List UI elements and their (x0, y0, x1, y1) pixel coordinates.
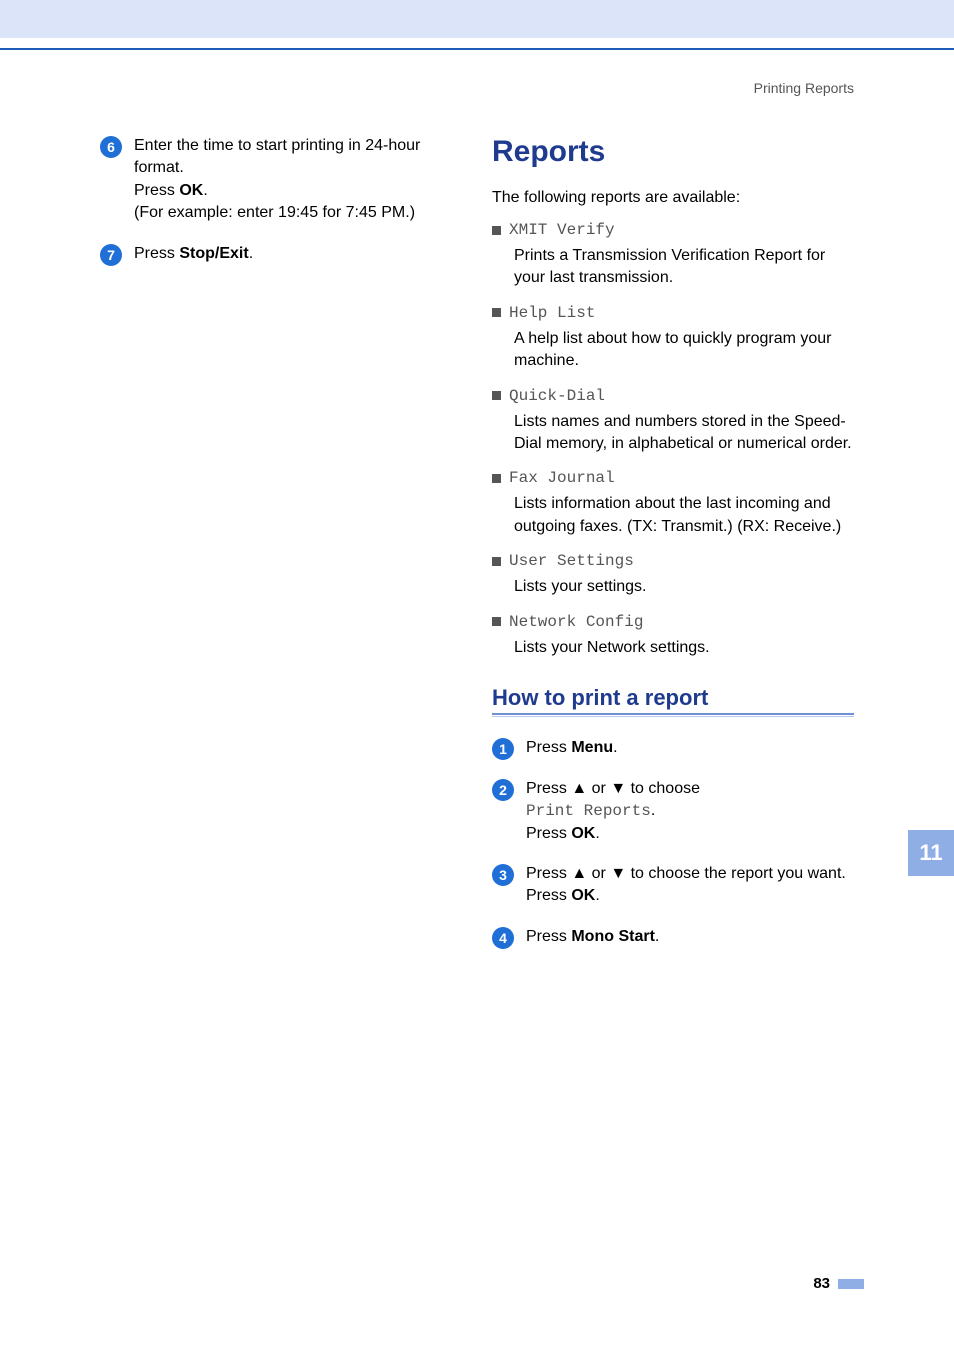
s3-l3-post: . (595, 887, 599, 904)
howto-step-2: 2 Press ▲ or ▼ to choose Print Reports. … (492, 778, 854, 845)
s3-l3-pre: Press (526, 887, 571, 904)
howto-step-3: 3 Press ▲ or ▼ to choose the report you … (492, 863, 854, 908)
s3-between: or (587, 865, 610, 882)
step-7-post: . (249, 245, 253, 262)
s3-l3-bold: OK (571, 887, 595, 904)
step-6-line2-bold: OK (179, 182, 203, 199)
s4-pre: Press (526, 928, 571, 945)
step-6-line3: (For example: enter 19:45 for 7:45 PM.) (134, 202, 462, 224)
bullet-icon (492, 474, 501, 483)
right-column: Reports The following reports are availa… (492, 135, 854, 967)
howto-heading: How to print a report (492, 685, 854, 711)
page-number: 83 (813, 1275, 830, 1292)
bullet-icon (492, 617, 501, 626)
s1-bold: Menu (571, 739, 613, 756)
report-label-0: XMIT Verify (509, 221, 615, 239)
top-band (0, 0, 954, 38)
howto-step-1-text: Press Menu. (526, 737, 618, 759)
footer: 83 (813, 1275, 864, 1292)
up-arrow-icon: ▲ (571, 865, 587, 882)
s2-mono-post: . (651, 802, 655, 819)
down-arrow-icon: ▼ (610, 780, 626, 797)
s2-l3-post: . (595, 825, 599, 842)
s1-pre: Press (526, 739, 571, 756)
report-desc-0: Prints a Transmission Verification Repor… (492, 245, 854, 290)
report-item: XMIT Verify Prints a Transmission Verifi… (492, 221, 854, 290)
report-item: Network Config Lists your Network settin… (492, 613, 854, 659)
s2-l3-pre: Press (526, 825, 571, 842)
howto-step-2-text: Press ▲ or ▼ to choose Print Reports. Pr… (526, 778, 700, 845)
top-rule (0, 48, 954, 50)
report-desc-5: Lists your Network settings. (492, 637, 854, 659)
report-desc-3: Lists information about the last incomin… (492, 493, 854, 538)
report-label-4: User Settings (509, 552, 634, 570)
page-accent (838, 1279, 864, 1289)
up-arrow-icon: ▲ (571, 780, 587, 797)
step-badge-7: 7 (100, 244, 122, 266)
report-item: Quick-Dial Lists names and numbers store… (492, 387, 854, 456)
report-label-5: Network Config (509, 613, 643, 631)
report-desc-1: A help list about how to quickly program… (492, 328, 854, 373)
step-6-line2-pre: Press (134, 182, 179, 199)
step-badge-3: 3 (492, 864, 514, 886)
header-topic: Printing Reports (754, 80, 854, 96)
s3-pre: Press (526, 865, 571, 882)
report-desc-2: Lists names and numbers stored in the Sp… (492, 411, 854, 456)
howto-step-4-text: Press Mono Start. (526, 926, 659, 948)
step-7-pre: Press (134, 245, 179, 262)
step-6-text: Enter the time to start printing in 24-h… (134, 135, 462, 225)
report-label-3: Fax Journal (509, 469, 615, 487)
report-label-1: Help List (509, 304, 595, 322)
s4-bold: Mono Start (571, 928, 655, 945)
bullet-icon (492, 226, 501, 235)
s2-post: to choose (626, 780, 700, 797)
bullet-icon (492, 391, 501, 400)
s2-pre: Press (526, 780, 571, 797)
report-item: User Settings Lists your settings. (492, 552, 854, 598)
step-badge-6: 6 (100, 136, 122, 158)
step-7-bold: Stop/Exit (179, 245, 248, 262)
down-arrow-icon: ▼ (610, 865, 626, 882)
step-badge-4: 4 (492, 927, 514, 949)
step-6-line1: Enter the time to start printing in 24-h… (134, 135, 462, 180)
chapter-tab: 11 (908, 830, 954, 876)
howto-step-4: 4 Press Mono Start. (492, 926, 854, 949)
report-item: Fax Journal Lists information about the … (492, 469, 854, 538)
howto-step-3-text: Press ▲ or ▼ to choose the report you wa… (526, 863, 846, 908)
s3-post: to choose the report you want. (626, 865, 846, 882)
s4-post: . (655, 928, 659, 945)
content-area: 6 Enter the time to start printing in 24… (100, 135, 854, 967)
sub-rule (492, 713, 854, 717)
reports-intro: The following reports are available: (492, 189, 854, 207)
step-6-line2-post: . (203, 182, 207, 199)
howto-step-1: 1 Press Menu. (492, 737, 854, 760)
step-badge-1: 1 (492, 738, 514, 760)
left-column: 6 Enter the time to start printing in 24… (100, 135, 462, 967)
report-label-2: Quick-Dial (509, 387, 605, 405)
bullet-icon (492, 308, 501, 317)
step-7: 7 Press Stop/Exit. (100, 243, 462, 266)
report-item: Help List A help list about how to quick… (492, 304, 854, 373)
s2-between: or (587, 780, 610, 797)
reports-heading: Reports (492, 135, 854, 169)
step-badge-2: 2 (492, 779, 514, 801)
s1-post: . (613, 739, 617, 756)
s2-mono: Print Reports (526, 802, 651, 820)
step-6: 6 Enter the time to start printing in 24… (100, 135, 462, 225)
report-desc-4: Lists your settings. (492, 576, 854, 598)
s2-l3-bold: OK (571, 825, 595, 842)
bullet-icon (492, 557, 501, 566)
step-7-text: Press Stop/Exit. (134, 243, 253, 265)
